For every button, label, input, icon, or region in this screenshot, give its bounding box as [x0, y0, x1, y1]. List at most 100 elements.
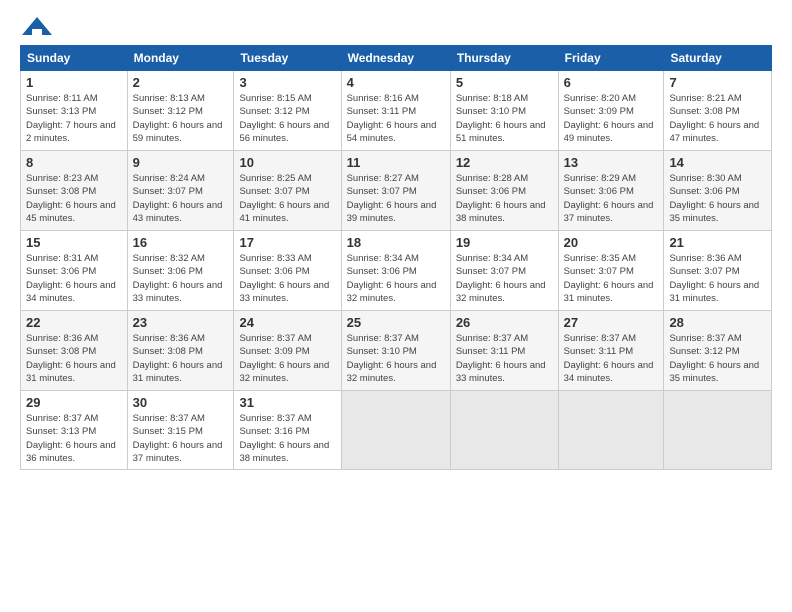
calendar-cell: 8 Sunrise: 8:23 AM Sunset: 3:08 PM Dayli…: [21, 151, 128, 231]
day-number: 20: [564, 235, 659, 250]
day-number: 6: [564, 75, 659, 90]
day-detail: Sunrise: 8:37 AM Sunset: 3:11 PM Dayligh…: [456, 332, 553, 385]
day-detail: Sunrise: 8:20 AM Sunset: 3:09 PM Dayligh…: [564, 92, 659, 145]
calendar-cell: 31 Sunrise: 8:37 AM Sunset: 3:16 PM Dayl…: [234, 391, 341, 470]
day-detail: Sunrise: 8:31 AM Sunset: 3:06 PM Dayligh…: [26, 252, 122, 305]
calendar-cell: 26 Sunrise: 8:37 AM Sunset: 3:11 PM Dayl…: [450, 311, 558, 391]
day-detail: Sunrise: 8:36 AM Sunset: 3:08 PM Dayligh…: [26, 332, 122, 385]
day-number: 10: [239, 155, 335, 170]
day-number: 24: [239, 315, 335, 330]
day-number: 18: [347, 235, 445, 250]
calendar-cell: 27 Sunrise: 8:37 AM Sunset: 3:11 PM Dayl…: [558, 311, 664, 391]
calendar-cell: 2 Sunrise: 8:13 AM Sunset: 3:12 PM Dayli…: [127, 71, 234, 151]
col-thursday: Thursday: [450, 46, 558, 71]
day-number: 15: [26, 235, 122, 250]
day-number: 21: [669, 235, 766, 250]
day-number: 31: [239, 395, 335, 410]
calendar-cell: 4 Sunrise: 8:16 AM Sunset: 3:11 PM Dayli…: [341, 71, 450, 151]
calendar-cell: 14 Sunrise: 8:30 AM Sunset: 3:06 PM Dayl…: [664, 151, 772, 231]
day-detail: Sunrise: 8:37 AM Sunset: 3:15 PM Dayligh…: [133, 412, 229, 465]
day-number: 17: [239, 235, 335, 250]
day-number: 28: [669, 315, 766, 330]
col-wednesday: Wednesday: [341, 46, 450, 71]
calendar-cell: 9 Sunrise: 8:24 AM Sunset: 3:07 PM Dayli…: [127, 151, 234, 231]
calendar-cell: 1 Sunrise: 8:11 AM Sunset: 3:13 PM Dayli…: [21, 71, 128, 151]
day-number: 3: [239, 75, 335, 90]
calendar-cell: 16 Sunrise: 8:32 AM Sunset: 3:06 PM Dayl…: [127, 231, 234, 311]
day-detail: Sunrise: 8:15 AM Sunset: 3:12 PM Dayligh…: [239, 92, 335, 145]
day-detail: Sunrise: 8:37 AM Sunset: 3:10 PM Dayligh…: [347, 332, 445, 385]
day-detail: Sunrise: 8:21 AM Sunset: 3:08 PM Dayligh…: [669, 92, 766, 145]
calendar-cell: 28 Sunrise: 8:37 AM Sunset: 3:12 PM Dayl…: [664, 311, 772, 391]
day-detail: Sunrise: 8:29 AM Sunset: 3:06 PM Dayligh…: [564, 172, 659, 225]
calendar-cell: 30 Sunrise: 8:37 AM Sunset: 3:15 PM Dayl…: [127, 391, 234, 470]
day-detail: Sunrise: 8:37 AM Sunset: 3:16 PM Dayligh…: [239, 412, 335, 465]
day-number: 13: [564, 155, 659, 170]
day-detail: Sunrise: 8:25 AM Sunset: 3:07 PM Dayligh…: [239, 172, 335, 225]
day-detail: Sunrise: 8:33 AM Sunset: 3:06 PM Dayligh…: [239, 252, 335, 305]
day-number: 1: [26, 75, 122, 90]
calendar-cell: 25 Sunrise: 8:37 AM Sunset: 3:10 PM Dayl…: [341, 311, 450, 391]
day-detail: Sunrise: 8:36 AM Sunset: 3:07 PM Dayligh…: [669, 252, 766, 305]
calendar-header-row: Sunday Monday Tuesday Wednesday Thursday…: [21, 46, 772, 71]
calendar-cell: 22 Sunrise: 8:36 AM Sunset: 3:08 PM Dayl…: [21, 311, 128, 391]
day-number: 30: [133, 395, 229, 410]
calendar-cell: 23 Sunrise: 8:36 AM Sunset: 3:08 PM Dayl…: [127, 311, 234, 391]
calendar-cell: [450, 391, 558, 470]
calendar-cell: [664, 391, 772, 470]
day-number: 29: [26, 395, 122, 410]
calendar-cell: 11 Sunrise: 8:27 AM Sunset: 3:07 PM Dayl…: [341, 151, 450, 231]
day-number: 26: [456, 315, 553, 330]
day-number: 22: [26, 315, 122, 330]
day-detail: Sunrise: 8:37 AM Sunset: 3:13 PM Dayligh…: [26, 412, 122, 465]
calendar-cell: 20 Sunrise: 8:35 AM Sunset: 3:07 PM Dayl…: [558, 231, 664, 311]
calendar-cell: 3 Sunrise: 8:15 AM Sunset: 3:12 PM Dayli…: [234, 71, 341, 151]
day-number: 8: [26, 155, 122, 170]
day-number: 2: [133, 75, 229, 90]
day-detail: Sunrise: 8:16 AM Sunset: 3:11 PM Dayligh…: [347, 92, 445, 145]
day-number: 25: [347, 315, 445, 330]
day-detail: Sunrise: 8:18 AM Sunset: 3:10 PM Dayligh…: [456, 92, 553, 145]
calendar-cell: 19 Sunrise: 8:34 AM Sunset: 3:07 PM Dayl…: [450, 231, 558, 311]
col-sunday: Sunday: [21, 46, 128, 71]
calendar-cell: 10 Sunrise: 8:25 AM Sunset: 3:07 PM Dayl…: [234, 151, 341, 231]
header: [20, 15, 772, 35]
day-detail: Sunrise: 8:34 AM Sunset: 3:07 PM Dayligh…: [456, 252, 553, 305]
day-detail: Sunrise: 8:36 AM Sunset: 3:08 PM Dayligh…: [133, 332, 229, 385]
day-detail: Sunrise: 8:24 AM Sunset: 3:07 PM Dayligh…: [133, 172, 229, 225]
day-number: 7: [669, 75, 766, 90]
day-detail: Sunrise: 8:35 AM Sunset: 3:07 PM Dayligh…: [564, 252, 659, 305]
col-tuesday: Tuesday: [234, 46, 341, 71]
calendar-cell: 18 Sunrise: 8:34 AM Sunset: 3:06 PM Dayl…: [341, 231, 450, 311]
calendar-cell: 12 Sunrise: 8:28 AM Sunset: 3:06 PM Dayl…: [450, 151, 558, 231]
calendar-cell: 29 Sunrise: 8:37 AM Sunset: 3:13 PM Dayl…: [21, 391, 128, 470]
day-number: 5: [456, 75, 553, 90]
day-detail: Sunrise: 8:34 AM Sunset: 3:06 PM Dayligh…: [347, 252, 445, 305]
day-number: 9: [133, 155, 229, 170]
calendar-cell: 17 Sunrise: 8:33 AM Sunset: 3:06 PM Dayl…: [234, 231, 341, 311]
day-detail: Sunrise: 8:28 AM Sunset: 3:06 PM Dayligh…: [456, 172, 553, 225]
calendar-table: Sunday Monday Tuesday Wednesday Thursday…: [20, 45, 772, 470]
day-detail: Sunrise: 8:27 AM Sunset: 3:07 PM Dayligh…: [347, 172, 445, 225]
day-number: 19: [456, 235, 553, 250]
calendar-cell: 13 Sunrise: 8:29 AM Sunset: 3:06 PM Dayl…: [558, 151, 664, 231]
logo-icon: [22, 15, 52, 39]
col-saturday: Saturday: [664, 46, 772, 71]
day-detail: Sunrise: 8:23 AM Sunset: 3:08 PM Dayligh…: [26, 172, 122, 225]
day-number: 16: [133, 235, 229, 250]
day-detail: Sunrise: 8:37 AM Sunset: 3:11 PM Dayligh…: [564, 332, 659, 385]
day-detail: Sunrise: 8:11 AM Sunset: 3:13 PM Dayligh…: [26, 92, 122, 145]
calendar-cell: 6 Sunrise: 8:20 AM Sunset: 3:09 PM Dayli…: [558, 71, 664, 151]
calendar-cell: 5 Sunrise: 8:18 AM Sunset: 3:10 PM Dayli…: [450, 71, 558, 151]
col-monday: Monday: [127, 46, 234, 71]
day-detail: Sunrise: 8:13 AM Sunset: 3:12 PM Dayligh…: [133, 92, 229, 145]
logo: [20, 15, 52, 35]
day-detail: Sunrise: 8:37 AM Sunset: 3:09 PM Dayligh…: [239, 332, 335, 385]
calendar-cell: 15 Sunrise: 8:31 AM Sunset: 3:06 PM Dayl…: [21, 231, 128, 311]
day-number: 23: [133, 315, 229, 330]
day-number: 12: [456, 155, 553, 170]
day-detail: Sunrise: 8:32 AM Sunset: 3:06 PM Dayligh…: [133, 252, 229, 305]
calendar-cell: [558, 391, 664, 470]
col-friday: Friday: [558, 46, 664, 71]
calendar-cell: [341, 391, 450, 470]
